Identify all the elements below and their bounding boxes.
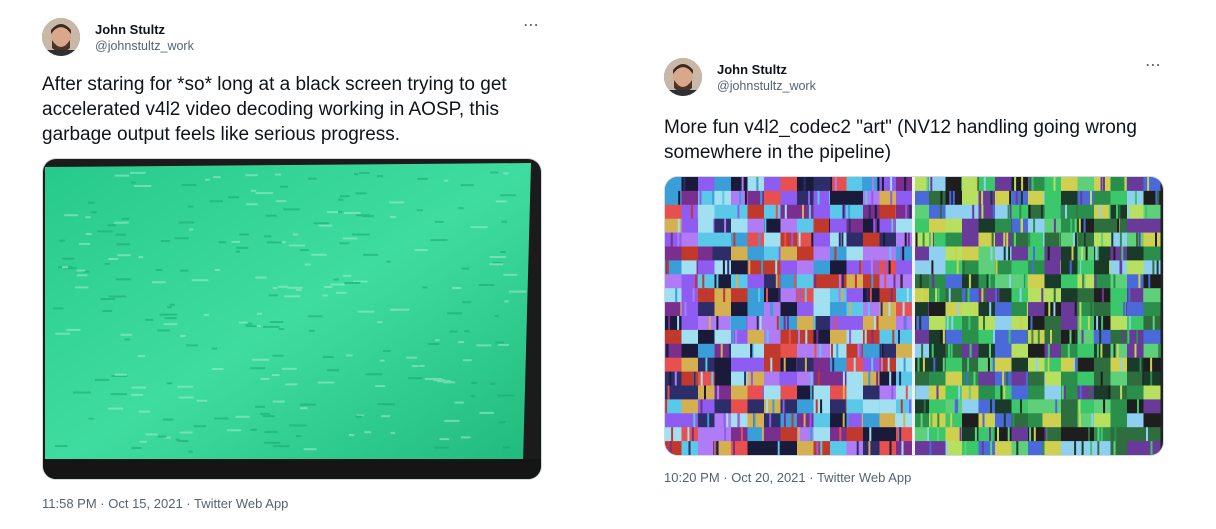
tweet-timestamp[interactable]: 10:20 PM · Oct 20, 2021 · Twitter Web Ap… [664, 470, 1164, 486]
tweet-text: More fun v4l2_codec2 "art" (NV12 handlin… [664, 117, 1143, 163]
more-options-icon[interactable]: ⋯ [1145, 58, 1162, 74]
avatar-image [42, 18, 80, 56]
green-screen-photo [43, 159, 541, 479]
tweet-card[interactable]: John Stultz @johnstultz_work ⋯ More fun … [664, 56, 1164, 486]
avatar-image [664, 58, 702, 96]
tweet-header: John Stultz @johnstultz_work ⋯ [42, 16, 542, 66]
author-handle[interactable]: @johnstultz_work [95, 38, 194, 54]
glitch-art-photo [665, 177, 1163, 455]
tweet-header: John Stultz @johnstultz_work ⋯ [664, 56, 1164, 106]
tweet-media-photo[interactable] [664, 176, 1164, 456]
author-name[interactable]: John Stultz [95, 22, 194, 38]
tweet-text: After staring for *so* long at a black s… [42, 74, 512, 145]
tweet-card[interactable]: John Stultz @johnstultz_work ⋯ After sta… [42, 16, 542, 512]
avatar[interactable] [664, 58, 702, 96]
more-options-icon[interactable]: ⋯ [523, 18, 540, 34]
tweet-media-photo[interactable] [42, 158, 542, 480]
author-handle[interactable]: @johnstultz_work [717, 78, 816, 94]
avatar[interactable] [42, 18, 80, 56]
tweet-timestamp[interactable]: 11:58 PM · Oct 15, 2021 · Twitter Web Ap… [42, 496, 542, 512]
author-name[interactable]: John Stultz [717, 62, 816, 78]
